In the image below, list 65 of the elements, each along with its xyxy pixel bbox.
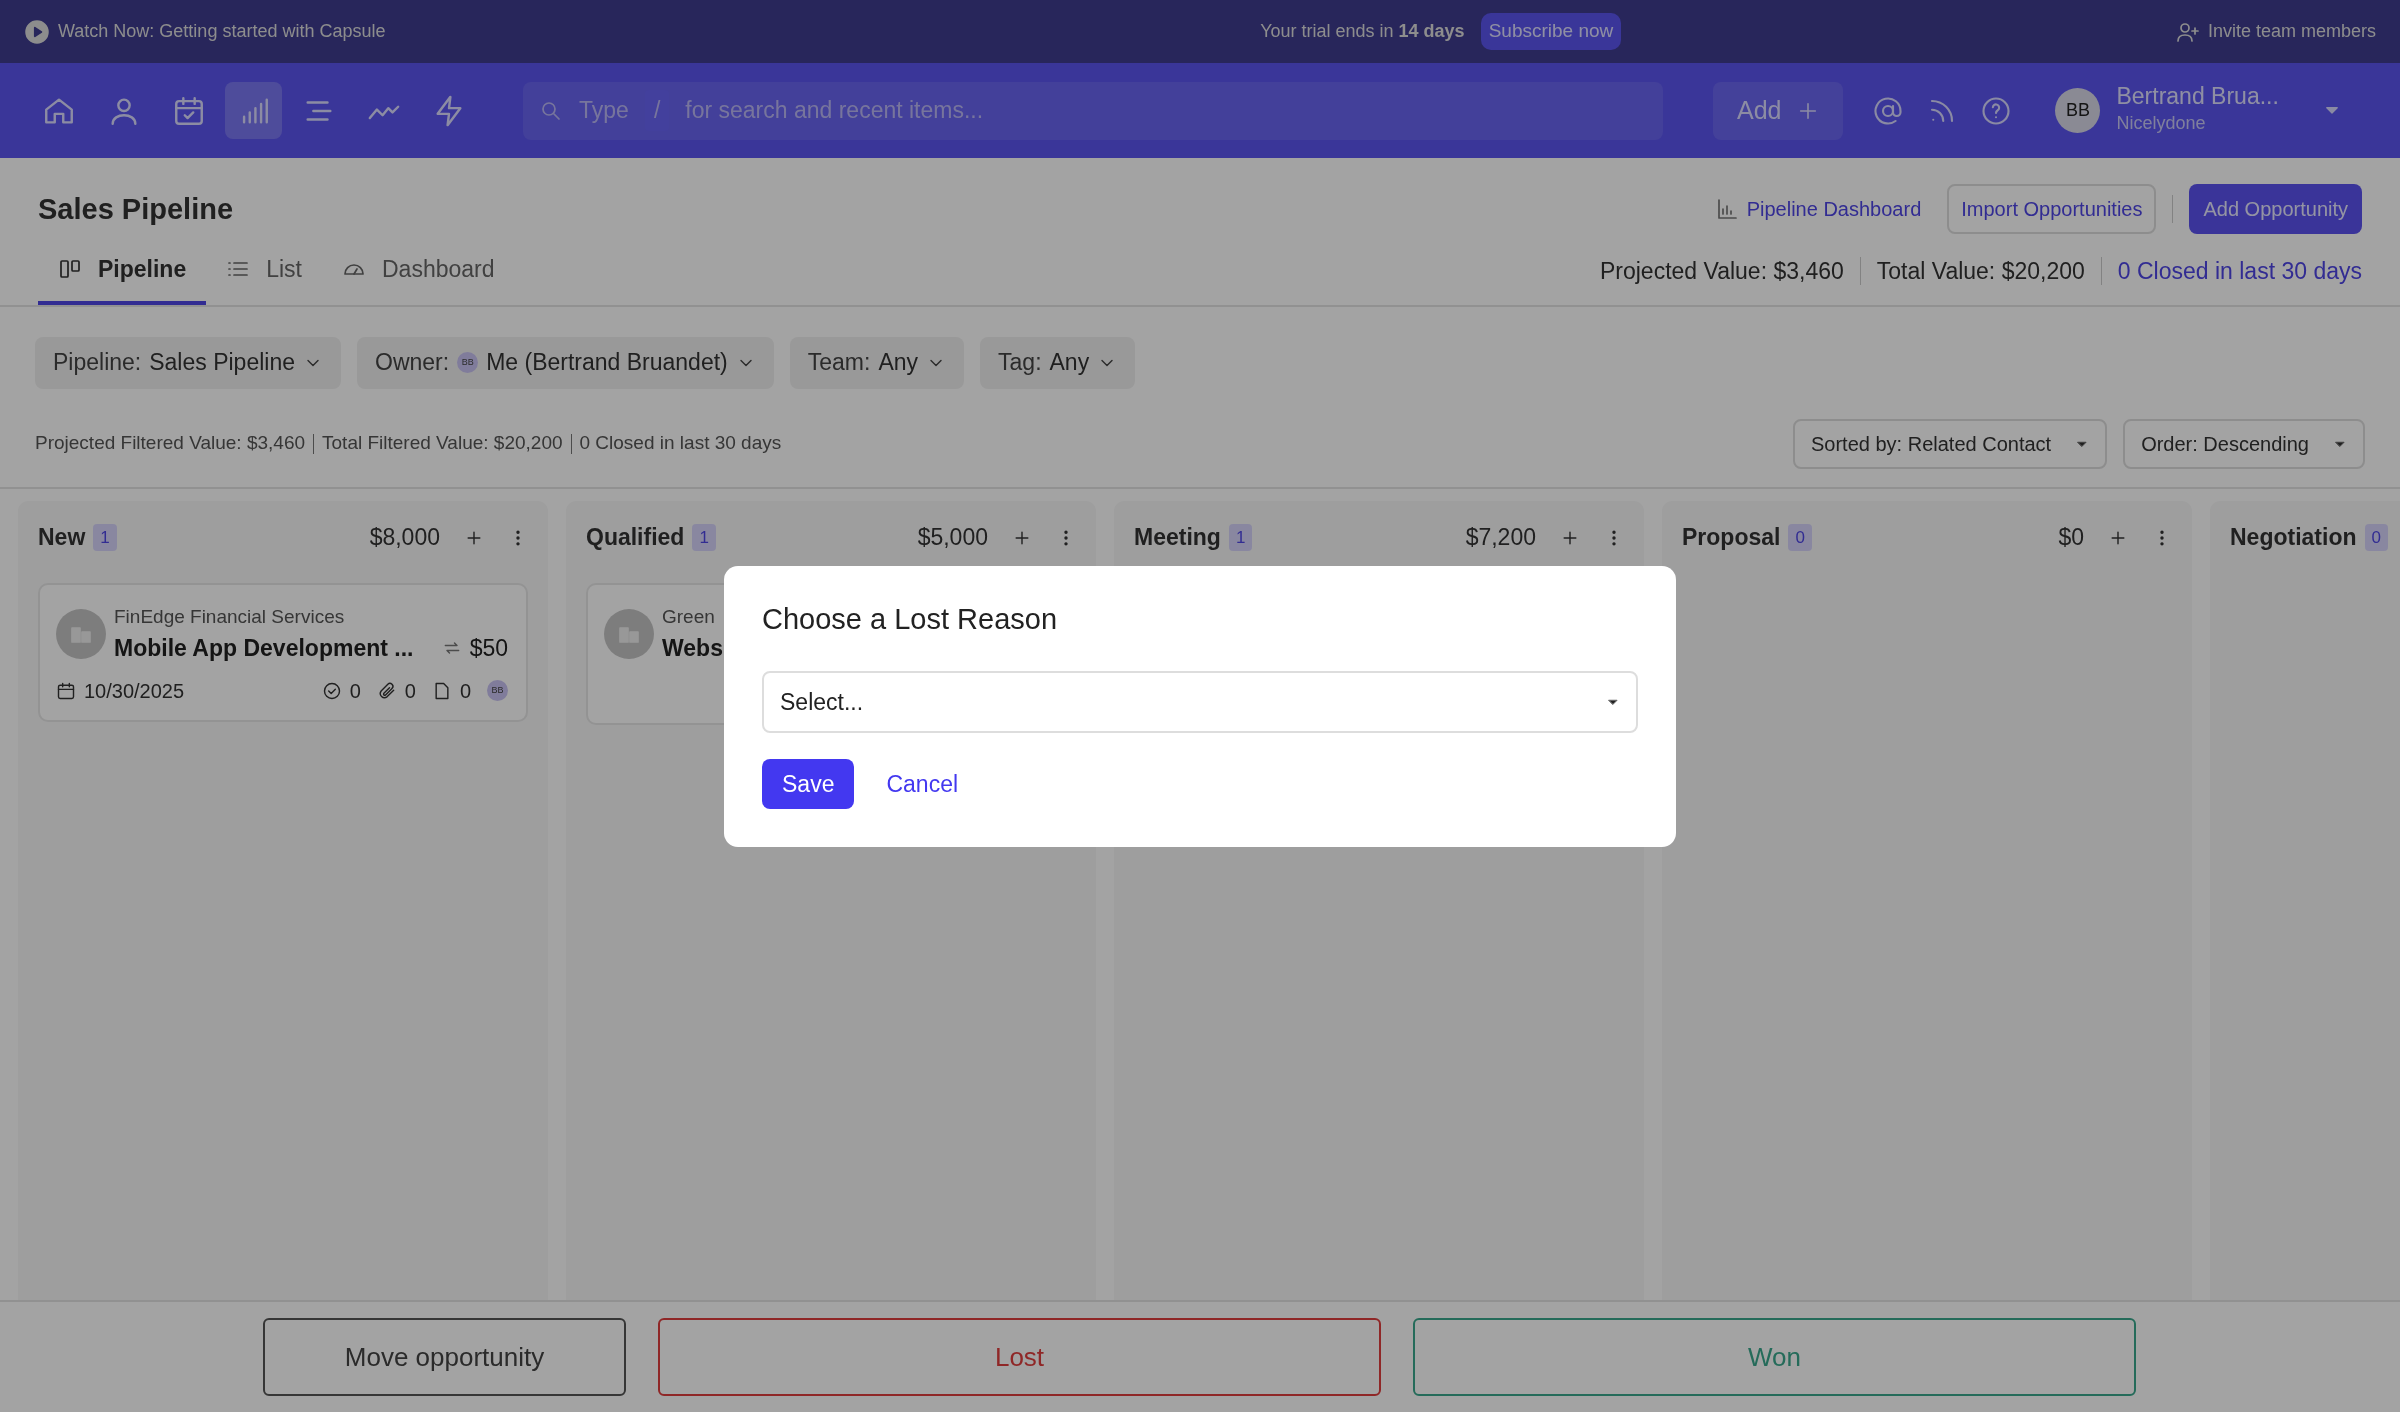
- tab[interactable]: Pipeline: [38, 242, 207, 305]
- column-total: $5,000: [917, 523, 988, 553]
- task-count: 0: [349, 678, 361, 704]
- count-badge: 1: [692, 523, 716, 552]
- column-title: Meeting: [1134, 523, 1221, 553]
- count-badge: 1: [1228, 523, 1253, 552]
- reason-select[interactable]: Select...: [762, 670, 1638, 733]
- page-title: Sales Pipeline: [38, 191, 234, 227]
- filter-dropdown[interactable]: Tag: Any: [980, 336, 1136, 389]
- cancel-button[interactable]: Cancel: [870, 766, 975, 802]
- column-title: Proposal: [1682, 523, 1781, 553]
- file-count: 0: [404, 678, 416, 704]
- sort-dropdown[interactable]: Order: Descending: [2123, 418, 2365, 469]
- add-opportunity-button[interactable]: Add Opportunity: [2189, 184, 2362, 234]
- action-button[interactable]: Move opportunity: [263, 1318, 626, 1396]
- count-badge: 0: [1788, 523, 1812, 552]
- action-button[interactable]: Lost: [658, 1318, 1381, 1396]
- company-name: FinEdge Financial Services: [114, 604, 345, 629]
- opportunity-title: Webs: [662, 634, 723, 663]
- subscribe-button[interactable]: Subscribe now: [1480, 13, 1622, 50]
- import-button[interactable]: Import Opportunities: [1947, 184, 2157, 234]
- sort-dropdown[interactable]: Sorted by: Related Contact: [1793, 418, 2108, 469]
- opportunity-title: Mobile App Development ...: [114, 634, 414, 663]
- tab[interactable]: Dashboard: [322, 242, 515, 305]
- at-sign-icon[interactable]: [1873, 95, 1904, 126]
- paperclip-icon: [376, 680, 397, 701]
- help-icon[interactable]: [1981, 95, 2012, 126]
- column-total: $7,200: [1465, 523, 1536, 553]
- dialog-title: Choose a Lost Reason: [762, 602, 1059, 637]
- invite-link[interactable]: Invite team members: [2207, 18, 2376, 45]
- summary-text: Projected Filtered Value: $3,460: [35, 431, 306, 456]
- filter-dropdown[interactable]: Owner: BB Me (Bertrand Bruandet): [357, 336, 774, 389]
- save-button[interactable]: Save: [762, 758, 855, 809]
- calendar-icon: [56, 680, 76, 701]
- column-total: $0: [2058, 523, 2084, 553]
- summary-text: 0 Closed in last 30 days: [579, 431, 782, 456]
- owner-avatar: BB: [487, 680, 508, 701]
- note-count: 0: [459, 678, 471, 704]
- user-name: Bertrand Brua...: [2116, 84, 2279, 110]
- count-badge: 1: [93, 523, 117, 552]
- closed-link[interactable]: 0 Closed in last 30 days: [2117, 254, 2362, 289]
- company-name: Green: [662, 604, 715, 629]
- amount: $50: [469, 634, 508, 663]
- tab[interactable]: List: [206, 242, 322, 305]
- filter-dropdown[interactable]: Pipeline: Sales Pipeline: [35, 336, 341, 389]
- trial-text: Your trial ends in 14 days: [1260, 20, 1465, 43]
- summary-text: Total Filtered Value: $20,200: [322, 431, 563, 456]
- account-name: Nicelydone: [2116, 111, 2207, 135]
- watch-link[interactable]: Watch Now: Getting started with Capsule: [58, 18, 386, 45]
- user-avatar: BB: [2055, 88, 2101, 133]
- due-date: 10/30/2025: [84, 678, 185, 704]
- play-icon: [24, 18, 50, 45]
- column-title: New: [38, 523, 86, 553]
- column-title: Qualified: [586, 523, 685, 553]
- summary-text: Total Value: $20,200: [1876, 257, 2085, 286]
- opportunity-card[interactable]: FinEdge Financial Services Mobile App Development ... $50 10/30/2025 0 0 0 BB: [38, 582, 528, 722]
- filter-dropdown[interactable]: Team: Any: [789, 336, 965, 389]
- column-title: Negotiation: [2230, 523, 2357, 553]
- count-badge: 0: [2364, 523, 2388, 552]
- owner-avatar: BB: [457, 352, 479, 373]
- action-button[interactable]: Won: [1413, 1318, 2136, 1396]
- check-circle-icon: [321, 680, 342, 701]
- dashboard-link[interactable]: Pipeline Dashboard: [1714, 194, 1922, 224]
- column-total: $8,000: [369, 523, 440, 553]
- summary-text: Projected Value: $3,460: [1599, 257, 1844, 286]
